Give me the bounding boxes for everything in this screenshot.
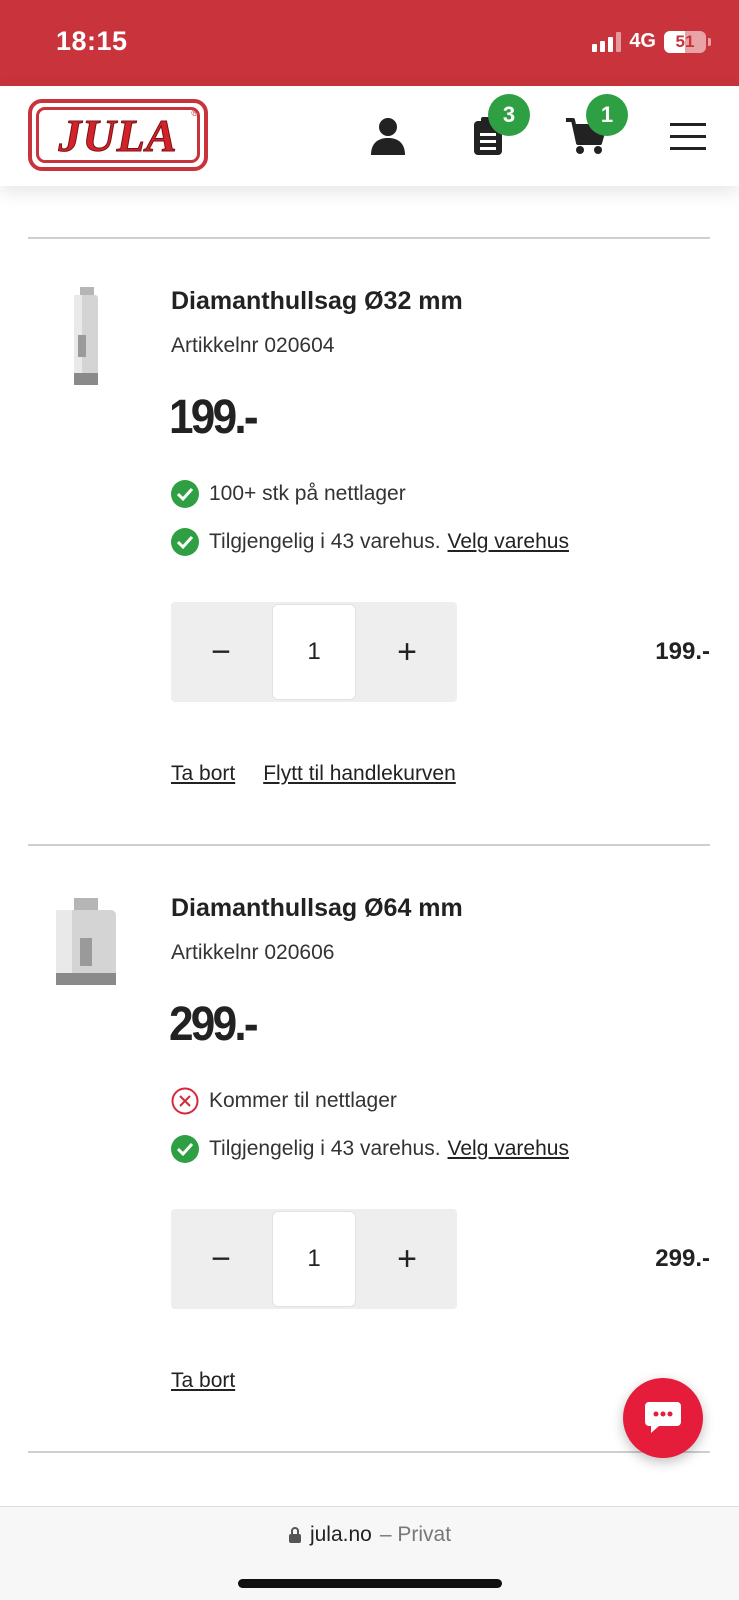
quantity-value[interactable]: 1 (272, 1211, 356, 1307)
online-stock-text: 100+ stk på nettlager (209, 482, 406, 505)
battery-level: 51 (675, 31, 695, 51)
store-stock: Tilgjengelig i 43 varehus. Velg varehus (171, 1135, 569, 1163)
battery-icon: 51 (664, 30, 711, 53)
product-title[interactable]: Diamanthullsag Ø64 mm (171, 894, 463, 923)
choose-store-link[interactable]: Velg varehus (448, 1137, 569, 1161)
chat-button[interactable] (623, 1378, 703, 1458)
online-stock-text: Kommer til nettlager (209, 1089, 397, 1112)
signal-icon (592, 31, 622, 52)
status-time: 18:15 (56, 26, 128, 56)
menu-icon[interactable] (666, 114, 710, 158)
product-price: 299.- (169, 998, 259, 1051)
divider (28, 1451, 710, 1453)
quantity-stepper: − 1 + (171, 602, 457, 702)
product-price: 199.- (169, 391, 259, 444)
product-image[interactable] (44, 893, 128, 1003)
row-price: 199.- (655, 638, 710, 665)
jula-logo[interactable]: JULA ® (28, 99, 208, 171)
check-circle-icon (171, 480, 199, 508)
increase-button[interactable]: + (357, 602, 457, 702)
online-stock: 100+ stk på nettlager (171, 480, 406, 508)
article-number: Artikkelnr 020604 (171, 334, 335, 357)
divider (28, 844, 710, 846)
remove-link[interactable]: Ta bort (171, 762, 235, 786)
product-title[interactable]: Diamanthullsag Ø32 mm (171, 287, 463, 316)
lock-icon (288, 1527, 301, 1543)
cart-button[interactable]: 1 (564, 94, 628, 158)
choose-store-link[interactable]: Velg varehus (448, 530, 569, 554)
quantity-value[interactable]: 1 (272, 604, 356, 700)
check-circle-icon (171, 528, 199, 556)
quantity-stepper: − 1 + (171, 1209, 457, 1309)
url-domain: jula.no (309, 1523, 372, 1546)
status-indicators: 4G 51 (592, 30, 711, 53)
store-stock-text: Tilgjengelig i 43 varehus. (209, 530, 441, 553)
decrease-button[interactable]: − (171, 1209, 271, 1309)
store-stock: Tilgjengelig i 43 varehus. Velg varehus (171, 528, 569, 556)
increase-button[interactable]: + (357, 1209, 457, 1309)
remove-link[interactable]: Ta bort (171, 1369, 235, 1393)
wishlist-button[interactable]: 3 (466, 94, 530, 158)
wishlist-count-badge: 3 (488, 94, 530, 136)
address-bar[interactable]: jula.no – Privat (0, 1523, 739, 1547)
home-indicator (238, 1579, 502, 1588)
item-actions: Ta bort (171, 1369, 235, 1393)
decrease-button[interactable]: − (171, 602, 271, 702)
check-circle-icon (171, 1135, 199, 1163)
cross-circle-icon (171, 1087, 199, 1115)
private-mode-label: – Privat (379, 1523, 452, 1546)
move-to-cart-link[interactable]: Flytt til handlekurven (263, 762, 456, 786)
status-bar: 18:15 4G 51 (0, 0, 739, 86)
user-icon[interactable] (366, 114, 410, 158)
site-header: JULA ® 3 1 (0, 86, 739, 186)
row-price: 299.- (655, 1245, 710, 1272)
chat-icon (645, 1402, 681, 1433)
store-stock-text: Tilgjengelig i 43 varehus. (209, 1137, 441, 1160)
article-number: Artikkelnr 020606 (171, 941, 335, 964)
cart-count-badge: 1 (586, 94, 628, 136)
browser-bar: jula.no – Privat (0, 1506, 739, 1600)
logo-text: JULA (58, 109, 178, 161)
divider (28, 237, 710, 239)
online-stock: Kommer til nettlager (171, 1087, 397, 1115)
product-image[interactable] (44, 285, 128, 395)
network-type: 4G (629, 30, 656, 52)
item-actions: Ta bort Flytt til handlekurven (171, 762, 456, 786)
